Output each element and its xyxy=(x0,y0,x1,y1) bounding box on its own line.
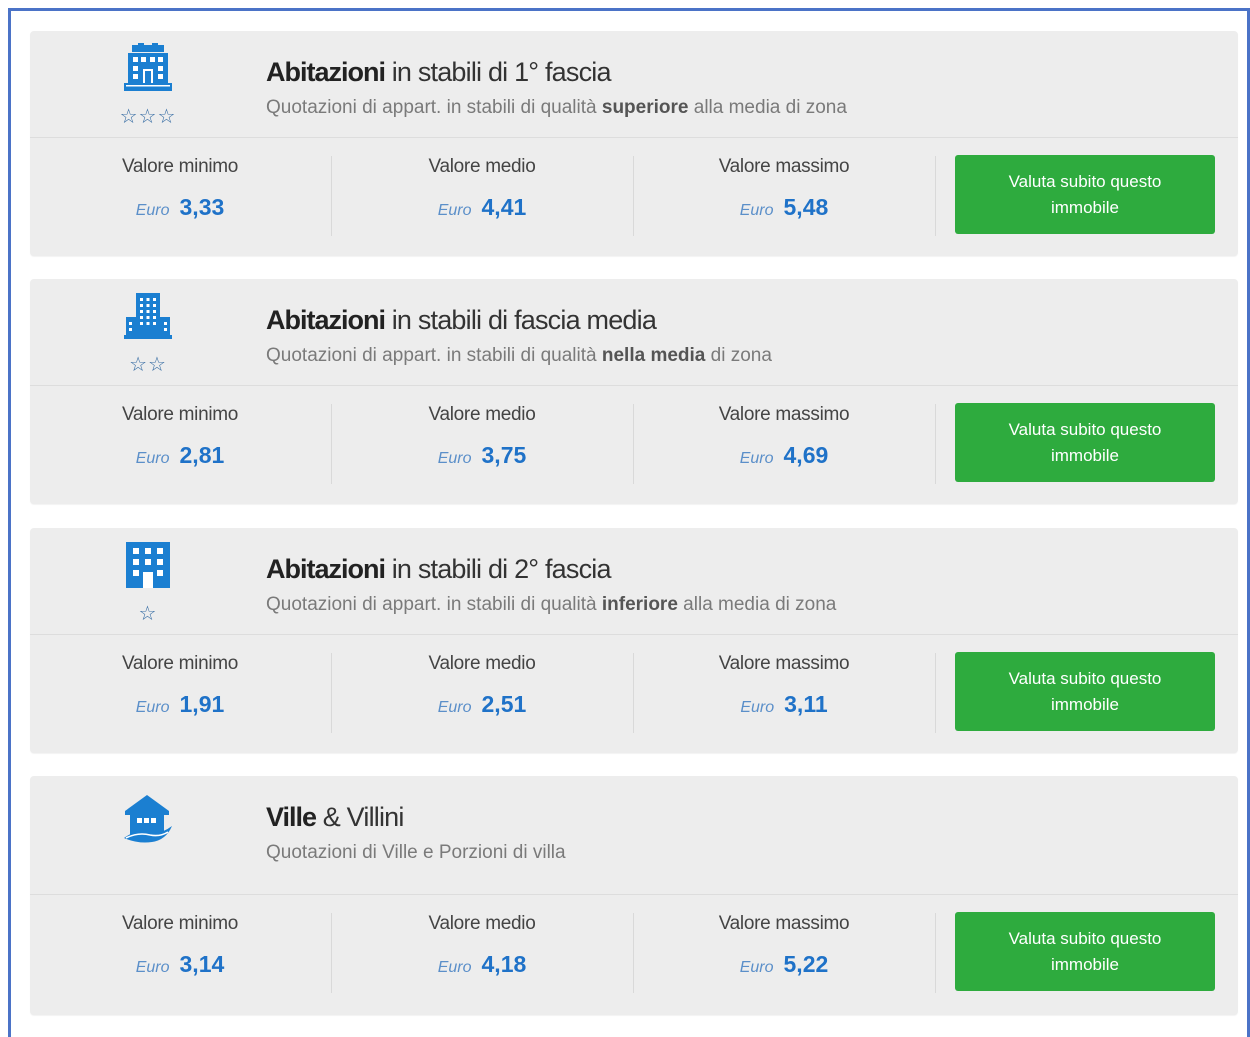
card-subtitle: Quotazioni di appart. in stabili di qual… xyxy=(266,345,772,366)
card-subtitle: Quotazioni di Ville e Porzioni di villa xyxy=(266,842,566,863)
card-title: Abitazioni in stabili di fascia media xyxy=(266,305,657,335)
min-value-block: Valore minimo Euro 3,14 xyxy=(30,909,330,993)
currency-label: Euro xyxy=(739,202,774,219)
min-value-label: Valore minimo xyxy=(121,653,239,674)
max-value: 3,11 xyxy=(784,691,828,717)
avg-value-block: Valore medio Euro 3,75 xyxy=(332,400,632,484)
max-value-block: Valore massimo Euro 5,22 xyxy=(634,909,934,993)
star-rating: ☆ xyxy=(138,603,158,625)
card-values: Valore minimo Euro 2,81 Valore medio Euro… xyxy=(30,386,1238,504)
max-value-block: Valore massimo Euro 5,48 xyxy=(634,152,934,236)
currency-label: Euro xyxy=(437,450,472,467)
divider xyxy=(935,653,936,733)
min-value: 3,33 xyxy=(179,194,225,220)
min-value: 3,14 xyxy=(179,951,225,977)
avg-value-block: Valore medio Euro 4,18 xyxy=(332,909,632,993)
max-value: 5,48 xyxy=(783,194,829,220)
card-icon-wrap: ☆☆ xyxy=(100,291,196,381)
min-value-label: Valore minimo xyxy=(121,404,239,425)
avg-value-block: Valore medio Euro 4,41 xyxy=(332,152,632,236)
min-value-block: Valore minimo Euro 2,81 xyxy=(30,400,330,484)
valuta-immobile-button[interactable]: Valuta subito questo immobile xyxy=(955,912,1215,991)
currency-label: Euro xyxy=(740,699,775,716)
divider xyxy=(935,156,936,236)
avg-value-block: Valore medio Euro 2,51 xyxy=(332,649,632,733)
max-value-label: Valore massimo xyxy=(718,156,850,177)
apartment-block-icon xyxy=(126,542,170,588)
avg-value-label: Valore medio xyxy=(428,404,536,425)
currency-label: Euro xyxy=(437,699,472,716)
currency-label: Euro xyxy=(739,959,774,976)
max-value: 5,22 xyxy=(783,951,829,977)
card-subtitle: Quotazioni di appart. in stabili di qual… xyxy=(266,97,847,118)
max-value-block: Valore massimo Euro 4,69 xyxy=(634,400,934,484)
currency-label: Euro xyxy=(135,202,170,219)
valuta-immobile-button[interactable]: Valuta subito questo immobile xyxy=(955,652,1215,731)
card-values: Valore minimo Euro 3,14 Valore medio Euro… xyxy=(30,895,1238,1015)
currency-label: Euro xyxy=(739,450,774,467)
max-value-label: Valore massimo xyxy=(718,404,850,425)
min-value-block: Valore minimo Euro 3,33 xyxy=(30,152,330,236)
card-values: Valore minimo Euro 1,91 Valore medio Euro… xyxy=(30,635,1238,753)
villa-house-icon xyxy=(124,795,172,843)
building-fancy-icon xyxy=(124,43,172,91)
card-title: Abitazioni in stabili di 2° fascia xyxy=(266,554,612,584)
card-icon-wrap: ☆ xyxy=(100,540,196,630)
valuta-immobile-button[interactable]: Valuta subito questo immobile xyxy=(955,403,1215,482)
valuta-immobile-button[interactable]: Valuta subito questo immobile xyxy=(955,155,1215,234)
avg-value: 3,75 xyxy=(481,442,527,468)
max-value-label: Valore massimo xyxy=(718,653,850,674)
avg-value: 4,18 xyxy=(481,951,527,977)
min-value: 2,81 xyxy=(179,442,225,468)
card-icon-wrap: ☆☆☆ xyxy=(100,43,196,133)
card-icon-wrap xyxy=(100,788,196,878)
card-title: Ville & Villini xyxy=(266,802,404,832)
quote-card-ville: Ville & Villini Quotazioni di Ville e Po… xyxy=(30,776,1238,1015)
min-value-label: Valore minimo xyxy=(121,156,239,177)
currency-label: Euro xyxy=(135,699,170,716)
star-rating: ☆☆ xyxy=(129,354,167,376)
card-header: ☆☆☆ Abitazioni in stabili di 1° fascia Q… xyxy=(30,31,1238,138)
avg-value-label: Valore medio xyxy=(428,156,536,177)
avg-value-label: Valore medio xyxy=(428,913,536,934)
min-value-block: Valore minimo Euro 1,91 xyxy=(30,649,330,733)
currency-label: Euro xyxy=(135,450,170,467)
star-rating: ☆☆☆ xyxy=(119,106,177,128)
quote-card-fascia-media: ☆☆ Abitazioni in stabili di fascia media… xyxy=(30,279,1238,504)
card-header: ☆☆ Abitazioni in stabili di fascia media… xyxy=(30,279,1238,386)
card-subtitle: Quotazioni di appart. in stabili di qual… xyxy=(266,594,837,615)
avg-value: 4,41 xyxy=(481,194,527,220)
currency-label: Euro xyxy=(437,202,472,219)
min-value: 1,91 xyxy=(179,691,225,717)
currency-label: Euro xyxy=(437,959,472,976)
max-value: 4,69 xyxy=(783,442,829,468)
divider xyxy=(935,404,936,484)
quote-card-fascia-2: ☆ Abitazioni in stabili di 2° fascia Quo… xyxy=(30,528,1238,753)
card-values: Valore minimo Euro 3,33 Valore medio Euro… xyxy=(30,138,1238,256)
card-title: Abitazioni in stabili di 1° fascia xyxy=(266,57,612,87)
max-value-label: Valore massimo xyxy=(718,913,850,934)
min-value-label: Valore minimo xyxy=(121,913,239,934)
max-value-block: Valore massimo Euro 3,11 xyxy=(634,649,934,733)
currency-label: Euro xyxy=(135,959,170,976)
card-header: ☆ Abitazioni in stabili di 2° fascia Quo… xyxy=(30,528,1238,635)
office-tower-icon xyxy=(124,293,172,339)
avg-value: 2,51 xyxy=(481,691,527,717)
quote-card-fascia-1: ☆☆☆ Abitazioni in stabili di 1° fascia Q… xyxy=(30,31,1238,256)
card-header: Ville & Villini Quotazioni di Ville e Po… xyxy=(30,776,1238,895)
divider xyxy=(935,913,936,993)
avg-value-label: Valore medio xyxy=(428,653,536,674)
